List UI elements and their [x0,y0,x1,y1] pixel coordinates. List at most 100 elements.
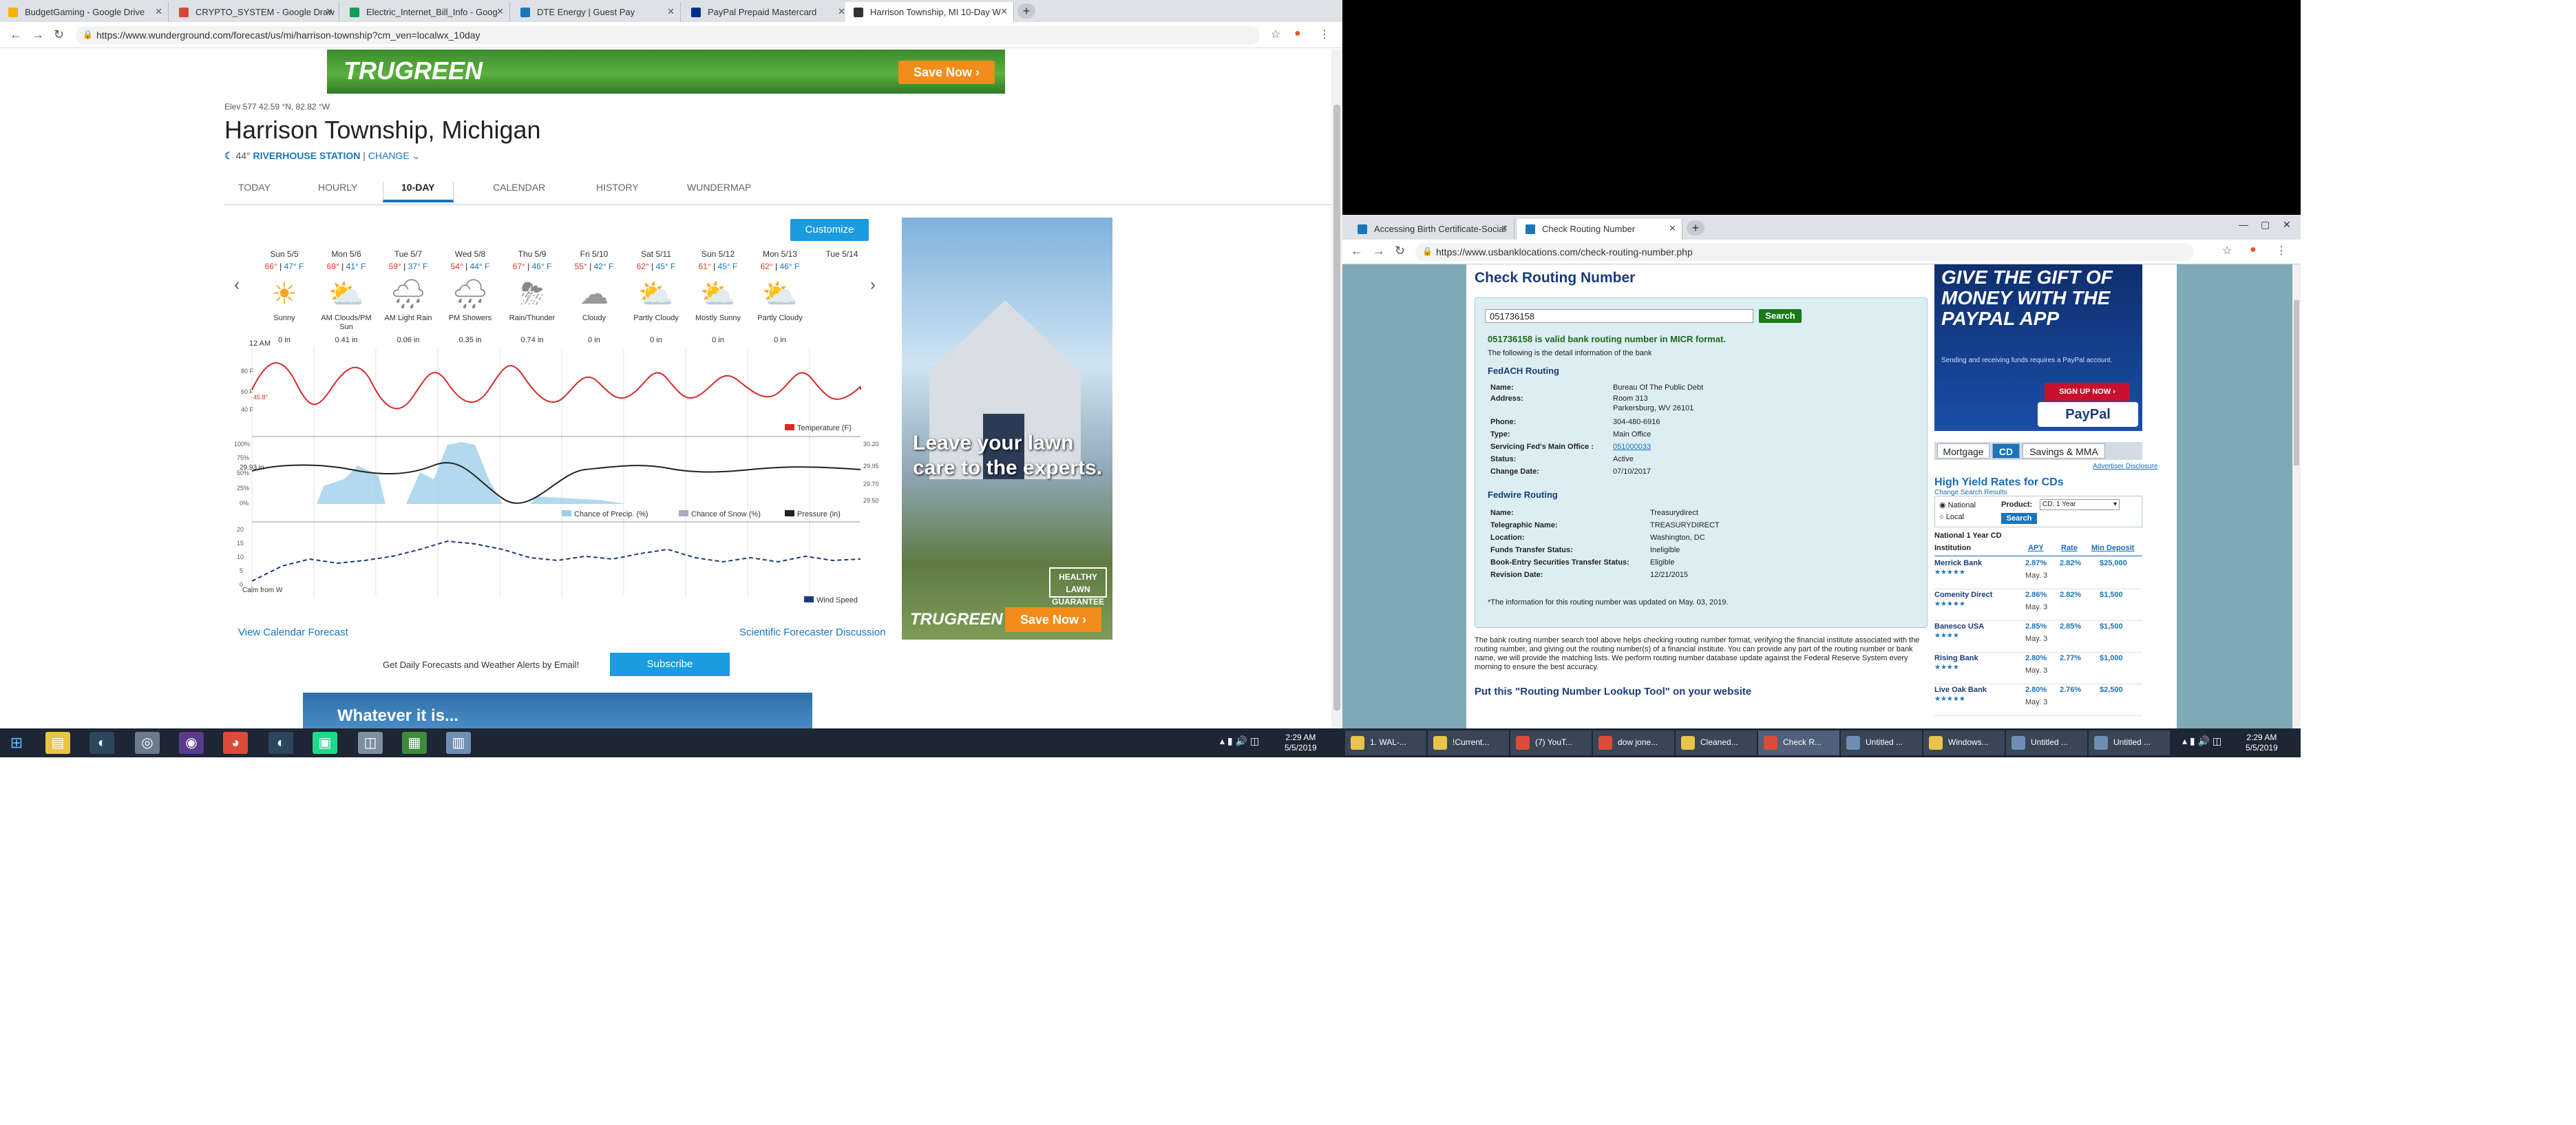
extension-icon[interactable]: ● [1294,28,1301,40]
close-window-icon[interactable]: ✕ [2283,219,2291,231]
close-icon[interactable]: ✕ [496,6,504,17]
chrome-icon[interactable]: ◕ [223,732,248,754]
pycharm-icon[interactable]: ▣ [313,732,337,754]
steam-icon[interactable]: ◐ [89,732,114,754]
new-tab-button[interactable]: + [1017,3,1035,19]
subscribe-button[interactable]: Subscribe [610,653,730,676]
day-card[interactable]: Sat 5/11 62° | 45° F ⛅ Partly Cloudy 0 in [625,249,687,344]
tab-10-day[interactable]: 10-DAY [383,182,454,202]
page-scrollbar[interactable] [2292,264,2301,728]
tray-icons[interactable]: ▴ ▮ 🔊 ◫ [2182,735,2221,747]
taskbar-button[interactable]: 1. WAL-... [1345,730,1426,755]
notepad-icon[interactable]: ▥ [446,732,471,754]
close-icon[interactable]: ✕ [1669,223,1676,234]
day-card[interactable]: Fri 5/10 55° | 42° F ☁ Cloudy 0 in [563,249,625,344]
tab-cd[interactable]: CD [1992,443,2020,459]
scrollbar-thumb[interactable] [1333,105,1340,711]
tab-dte-energy[interactable]: DTE Energy | Guest Pay ✕ [512,2,681,22]
app-icon[interactable]: ◉ [179,732,204,754]
forward-icon[interactable]: → [32,28,44,42]
taskbar-clock[interactable]: 2:29 AM 5/5/2019 [2246,733,2278,753]
taskbar-button[interactable]: Cleaned... [1676,730,1757,755]
tab-calendar[interactable]: CALENDAR [493,182,545,193]
menu-icon[interactable]: ⋮ [2276,244,2287,257]
tab-crypto-system[interactable]: CRYPTO_SYSTEM - Google Draw ✕ [171,2,339,22]
customize-button[interactable]: Customize [790,219,869,241]
back-icon[interactable]: ← [10,28,22,42]
reload-icon[interactable]: ↻ [54,28,64,42]
steam-icon[interactable]: ◐ [268,732,293,754]
url-input[interactable]: 🔒 https://www.usbanklocations.com/check-r… [1415,243,2193,261]
windows-start-icon[interactable]: ⊞ [4,732,29,754]
radio-national[interactable]: ◉ National [1939,501,1976,509]
taskbar-button[interactable]: Untitled ... [2006,730,2087,755]
station-name[interactable]: RIVERHOUSE STATION [253,150,361,161]
chevron-down-icon[interactable]: ⌄ [412,150,421,161]
tab-history[interactable]: HISTORY [596,182,639,193]
day-card[interactable]: Thu 5/9 67° | 46° F ⛈ Rain/Thunder 0.74 in [501,249,563,344]
close-icon[interactable]: ✕ [838,6,845,17]
paypal-ad[interactable]: GIVE THE GIFT OF MONEY WITH THE PAYPAL A… [1934,264,2142,431]
file-explorer-icon[interactable]: ▤ [45,732,70,754]
scientific-discussion-link[interactable]: Scientific Forecaster Discussion [739,627,886,638]
day-card[interactable]: Sun 5/12 61° | 45° F ⛅ Mostly Sunny 0 in [687,249,749,344]
tab-paypal-prepaid[interactable]: PayPal Prepaid Mastercard ✕ [683,2,852,22]
put-tool-heading[interactable]: Put this "Routing Number Lookup Tool" on… [1475,686,1751,697]
taskbar-clock[interactable]: 2:29 AM 5/5/2019 [1285,733,1317,753]
extension-icon[interactable]: ● [2250,244,2257,256]
tab-birth-certificate[interactable]: Accessing Birth Certificate-Social ✕ [1349,219,1514,240]
tab-electric-bill[interactable]: Electric_Internet_Bill_Info - Goog ✕ [341,2,510,22]
reload-icon[interactable]: ↻ [1395,244,1405,258]
close-icon[interactable]: ✕ [1501,223,1508,234]
app-icon[interactable]: ◫ [358,732,383,754]
tab-harrison-township[interactable]: Harrison Township, MI 10-Day W ✕ [845,2,1014,22]
day-card[interactable]: Mon 5/6 69° | 41° F ⛅ AM Clouds/PM Sun 0.41 … [315,249,377,344]
close-icon[interactable]: ✕ [667,6,675,17]
maximize-icon[interactable]: ▢ [2261,219,2270,231]
app-icon[interactable]: ◎ [135,732,160,754]
tab-budgetgaming[interactable]: BudgetGaming - Google Drive ✕ [0,2,169,22]
table-row[interactable]: Live Oak Bank ★★★★★ 2.80% 2.76% $2,500 May. 3 [1934,684,2142,716]
prev-arrow-icon[interactable]: ‹ [234,275,240,295]
bottom-ad[interactable]: Whatever it is... [303,693,812,733]
day-card[interactable]: Tue 5/7 59° | 37° F 🌧 AM Light Rain 0.06 in [377,249,439,344]
taskbar-button[interactable]: Check R... [1758,730,1839,755]
spreadsheet-icon[interactable]: ▦ [402,732,427,754]
close-icon[interactable]: ✕ [155,6,162,17]
top-ad-banner[interactable]: TRUGREEN Save Now › [327,50,1005,94]
table-row[interactable]: Banesco USA ★★★★ 2.85% 2.85% $1,500 May. 3 [1934,621,2142,653]
close-icon[interactable]: ✕ [1000,6,1008,17]
product-search-button[interactable]: Search [2001,513,2037,524]
taskbar-button[interactable]: Untitled ... [1841,730,1922,755]
minimize-icon[interactable]: — [2239,219,2248,230]
close-icon[interactable]: ✕ [326,6,333,17]
url-input[interactable]: 🔒 https://www.wunderground.com/forecast/u… [76,26,1260,44]
tab-wundermap[interactable]: WUNDERMAP [687,182,751,193]
main-office-link[interactable]: 051000033 [1613,443,1819,452]
view-calendar-link[interactable]: View Calendar Forecast [238,627,348,638]
advertiser-disclosure-link[interactable]: Advertiser Disclosure [2093,463,2157,470]
tab-mortgage[interactable]: Mortgage [1937,443,1989,459]
table-row[interactable]: Comenity Direct ★★★★★ 2.86% 2.82% $1,500 May.… [1934,589,2142,621]
next-arrow-icon[interactable]: › [870,275,876,295]
change-station-link[interactable]: CHANGE [368,150,410,161]
save-now-button[interactable]: Save Now › [898,61,995,84]
page-scrollbar[interactable] [1331,50,1342,728]
side-ad[interactable]: Leave your lawn care to the experts. HEA… [902,218,1112,640]
bookmark-star-icon[interactable]: ☆ [1271,28,1280,41]
tray-icons[interactable]: ▴ ▮ 🔊 ◫ [1220,735,1259,747]
table-row[interactable]: Rising Bank ★★★★ 2.80% 2.77% $1,000 May. 3 [1934,653,2142,684]
product-select[interactable]: CD: 1 Year ▾ [2040,499,2120,510]
taskbar-button[interactable]: Windows... [1923,730,2005,755]
radio-local[interactable]: ○ Local [1939,513,1964,521]
search-button[interactable]: Search [1759,309,1802,323]
back-icon[interactable]: ← [1351,244,1363,258]
taskbar-button[interactable]: (7) YouT... [1510,730,1592,755]
table-row[interactable]: Merrick Bank ★★★★★ 2.87% 2.82% $25,000 May. 3 [1934,558,2142,589]
tab-check-routing[interactable]: Check Routing Number ✕ [1517,219,1682,240]
day-card[interactable]: Mon 5/13 62° | 46° F ⛅ Partly Cloudy 0 in [749,249,811,344]
taskbar-button[interactable]: dow jone... [1593,730,1674,755]
save-now-button[interactable]: Save Now › [1005,607,1101,632]
taskbar-button[interactable]: Untitled ... [2089,730,2170,755]
forward-icon[interactable]: → [1373,244,1385,258]
